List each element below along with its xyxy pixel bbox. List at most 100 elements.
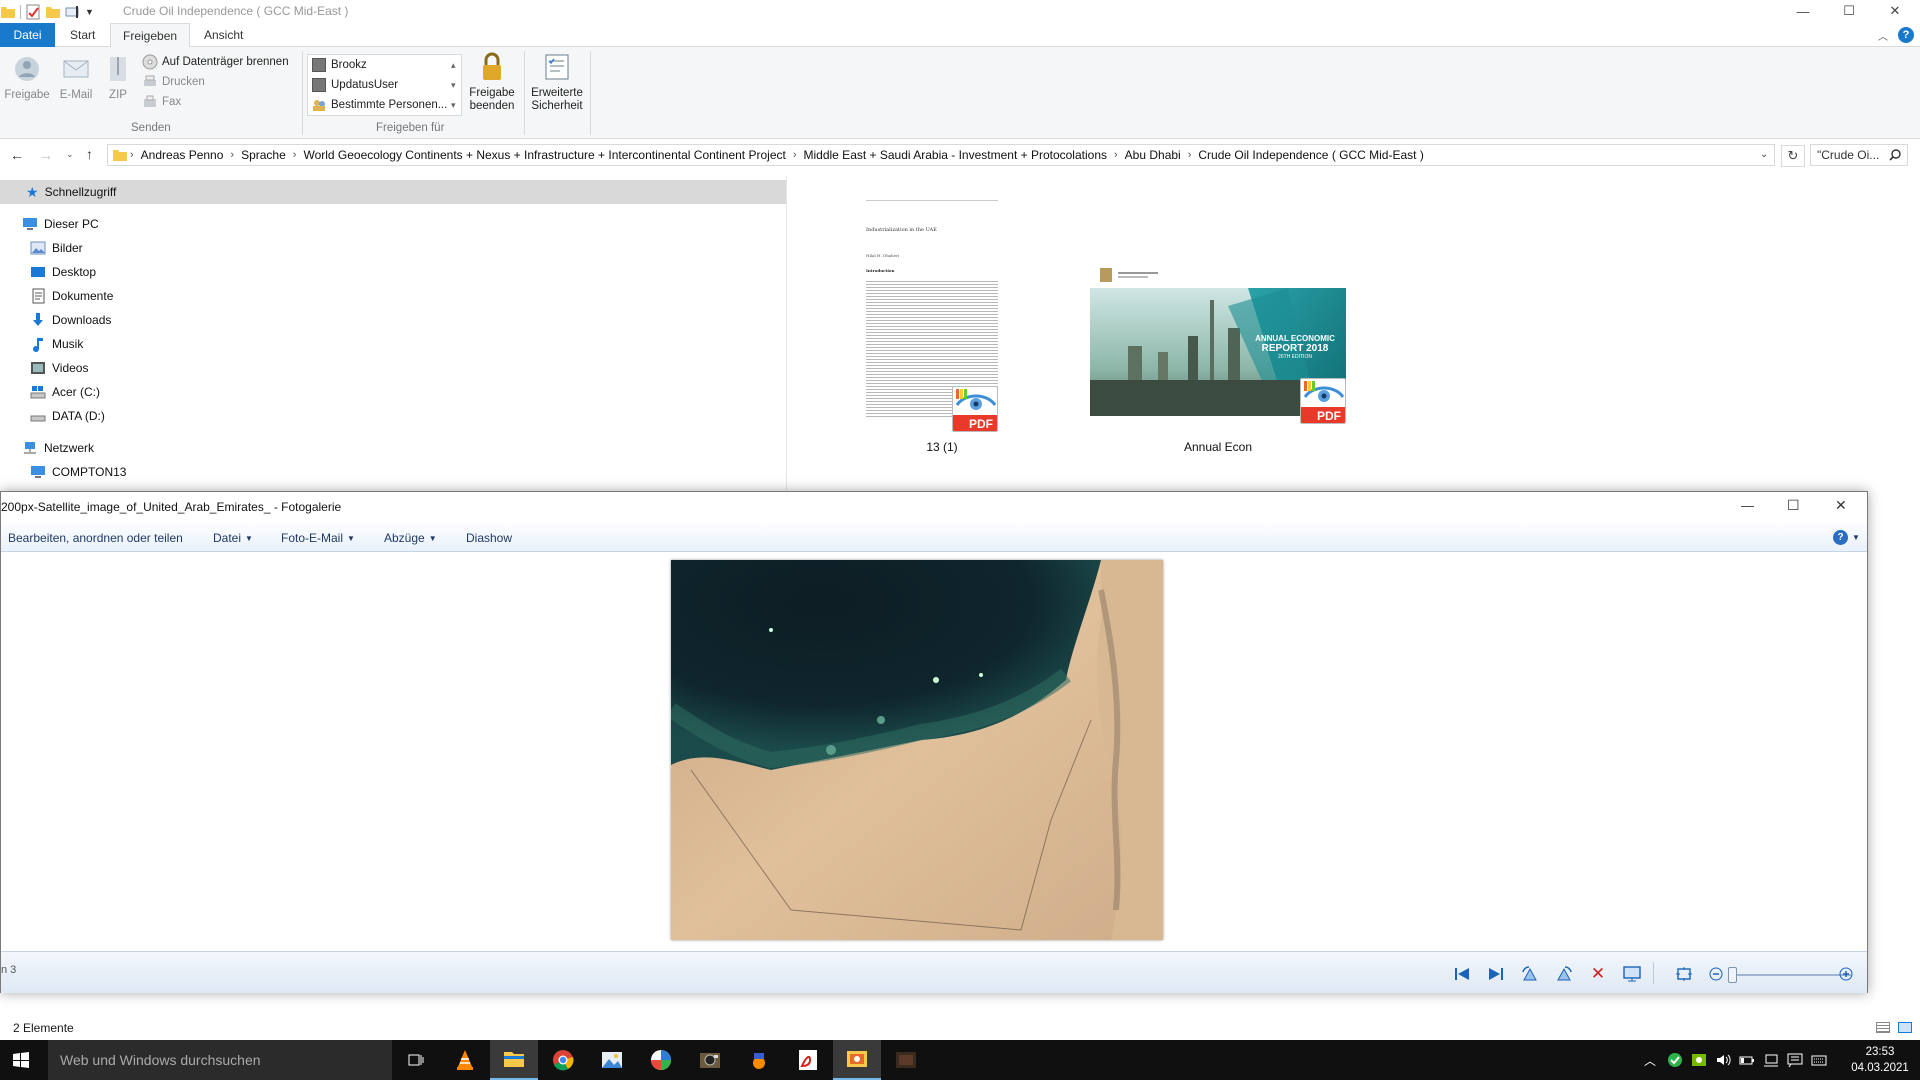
rotate-right-icon[interactable]: [1554, 964, 1574, 984]
nav-item-drive-d[interactable]: DATA (D:): [0, 404, 786, 428]
start-button[interactable]: [13, 1052, 29, 1068]
breadcrumb-item[interactable]: World Geoecology Continents + Nexus + In…: [298, 148, 790, 162]
address-dropdown-icon[interactable]: ⌄: [1760, 149, 1768, 160]
previous-icon[interactable]: [1452, 964, 1472, 984]
share-list-scroll-icon[interactable]: ▴ ▾ ▾: [451, 55, 456, 115]
nav-network[interactable]: Netzwerk: [0, 436, 786, 460]
camera-app-icon[interactable]: [686, 1040, 734, 1080]
tab-share[interactable]: Freigeben: [110, 23, 191, 48]
nav-item-network-computer[interactable]: COMPTON13: [0, 460, 786, 484]
share-with-item[interactable]: Brookz: [308, 55, 461, 75]
zoom-out-icon[interactable]: [1706, 964, 1726, 984]
nav-item-drive-c[interactable]: Acer (C:): [0, 380, 786, 404]
gallery-maximize-button[interactable]: ☐: [1787, 497, 1800, 514]
task-view-icon[interactable]: [392, 1040, 440, 1080]
slideshow-button[interactable]: Diashow: [466, 531, 512, 545]
back-icon[interactable]: ←: [10, 147, 24, 163]
forward-icon[interactable]: →: [39, 147, 53, 163]
breadcrumb-separator[interactable]: ›: [228, 149, 236, 161]
file-explorer-icon[interactable]: [490, 1040, 538, 1080]
file-item-pdf[interactable]: Industrialization in the UAE Hilal H. Dh…: [862, 196, 1022, 460]
next-icon[interactable]: [1486, 964, 1506, 984]
paint-icon[interactable]: [588, 1040, 636, 1080]
game-app-icon[interactable]: [735, 1040, 783, 1080]
search-icon[interactable]: [1889, 149, 1901, 161]
nav-item-desktop[interactable]: Desktop: [0, 260, 786, 284]
photo-gallery-taskbar-icon[interactable]: [833, 1040, 881, 1080]
recent-locations-icon[interactable]: ⌄: [66, 149, 74, 160]
file-item-pdf[interactable]: ANNUAL ECONOMIC REPORT 2018 26TH EDITION…: [1088, 266, 1348, 460]
battery-icon[interactable]: [1739, 1052, 1755, 1068]
print-button[interactable]: Drucken: [142, 72, 302, 92]
new-folder-icon[interactable]: [45, 4, 61, 20]
actual-size-icon[interactable]: [1674, 964, 1694, 984]
zoom-slider-track[interactable]: [1729, 974, 1851, 976]
satellite-image[interactable]: [671, 560, 1163, 940]
zip-button[interactable]: ZIP: [104, 53, 132, 102]
zoom-in-icon[interactable]: [1836, 964, 1856, 984]
share-with-item[interactable]: UpdatusUser: [308, 75, 461, 95]
burn-button[interactable]: Auf Datenträger brennen: [142, 52, 302, 72]
minimize-button[interactable]: —: [1780, 0, 1826, 22]
share-button[interactable]: Freigabe: [4, 53, 50, 102]
prints-menu[interactable]: Abzüge ▼: [384, 531, 437, 545]
media-app-icon[interactable]: [637, 1040, 685, 1080]
taskbar-search[interactable]: Web und Windows durchsuchen: [48, 1040, 392, 1080]
up-icon[interactable]: ↑: [86, 146, 93, 162]
zoom-slider-thumb[interactable]: [1728, 967, 1737, 983]
breadcrumb-item[interactable]: Abu Dhabi: [1120, 148, 1186, 162]
nav-item-videos[interactable]: Videos: [0, 356, 786, 380]
nav-quick-access[interactable]: ★ Schnellzugriff: [0, 180, 786, 204]
nav-this-pc[interactable]: Dieser PC: [0, 212, 786, 236]
nav-item-downloads[interactable]: Downloads: [0, 308, 786, 332]
details-view-icon[interactable]: [1876, 1022, 1890, 1033]
nav-item-music[interactable]: Musik: [0, 332, 786, 356]
maximize-button[interactable]: ☐: [1826, 0, 1872, 22]
fax-button[interactable]: Fax: [142, 92, 302, 112]
tab-view[interactable]: Ansicht: [192, 23, 255, 47]
advanced-security-button[interactable]: Erweiterte Sicherheit: [528, 51, 586, 113]
breadcrumb-item[interactable]: Crude Oil Independence ( GCC Mid-East ): [1193, 148, 1428, 162]
breadcrumb-separator[interactable]: ›: [1112, 149, 1120, 161]
show-hidden-icons[interactable]: ︿: [1644, 1052, 1656, 1069]
breadcrumb-item[interactable]: Middle East + Saudi Arabia - Investment …: [799, 148, 1113, 162]
pane-divider[interactable]: [786, 176, 787, 490]
large-icons-view-icon[interactable]: [1898, 1022, 1912, 1033]
qat-dropdown-icon[interactable]: ▼: [85, 7, 94, 17]
properties-icon[interactable]: [25, 4, 41, 20]
email-menu[interactable]: Foto-E-Mail ▼: [281, 531, 355, 545]
breadcrumb-item[interactable]: Andreas Penno: [136, 148, 229, 162]
nav-item-pictures[interactable]: Bilder: [0, 236, 786, 260]
minimized-app-icon[interactable]: [882, 1040, 930, 1080]
vlc-icon[interactable]: [441, 1040, 489, 1080]
rotate-left-icon[interactable]: [1520, 964, 1540, 984]
nav-item-documents[interactable]: Dokumente: [0, 284, 786, 308]
address-bar[interactable]: › Andreas Penno › Sprache › World Geoeco…: [107, 144, 1775, 166]
nvidia-icon[interactable]: [1691, 1052, 1707, 1068]
pdf-reader-icon[interactable]: [784, 1040, 832, 1080]
breadcrumb-separator[interactable]: ›: [291, 149, 299, 161]
collapse-ribbon-icon[interactable]: ︿: [1878, 28, 1888, 43]
stop-sharing-button[interactable]: Freigabe beenden: [466, 51, 518, 113]
breadcrumb-separator[interactable]: ›: [128, 149, 136, 161]
email-button[interactable]: E-Mail: [56, 53, 96, 102]
breadcrumb-item[interactable]: Sprache: [236, 148, 291, 162]
slideshow-icon[interactable]: [1622, 964, 1642, 984]
keyboard-icon[interactable]: [1811, 1052, 1827, 1068]
network-status-icon[interactable]: [1763, 1052, 1779, 1068]
refresh-icon[interactable]: ↻: [1781, 145, 1805, 167]
tab-start[interactable]: Start: [58, 23, 107, 47]
help-icon[interactable]: ?: [1898, 27, 1914, 43]
breadcrumb-separator[interactable]: ›: [1186, 149, 1194, 161]
security-shield-icon[interactable]: [1667, 1052, 1683, 1068]
file-menu[interactable]: Datei ▼: [213, 531, 253, 545]
organize-menu[interactable]: Bearbeiten, anordnen oder teilen: [8, 531, 183, 545]
clock[interactable]: 23:53 04.03.2021: [1843, 1044, 1917, 1076]
search-input[interactable]: "Crude Oi...: [1810, 144, 1908, 166]
share-with-item[interactable]: Bestimmte Personen...: [308, 95, 461, 115]
delete-icon[interactable]: ✕: [1588, 964, 1608, 984]
gallery-close-button[interactable]: ✕: [1835, 497, 1847, 514]
volume-icon[interactable]: [1715, 1052, 1731, 1068]
chrome-icon[interactable]: [539, 1040, 587, 1080]
folder-icon[interactable]: [0, 4, 16, 20]
